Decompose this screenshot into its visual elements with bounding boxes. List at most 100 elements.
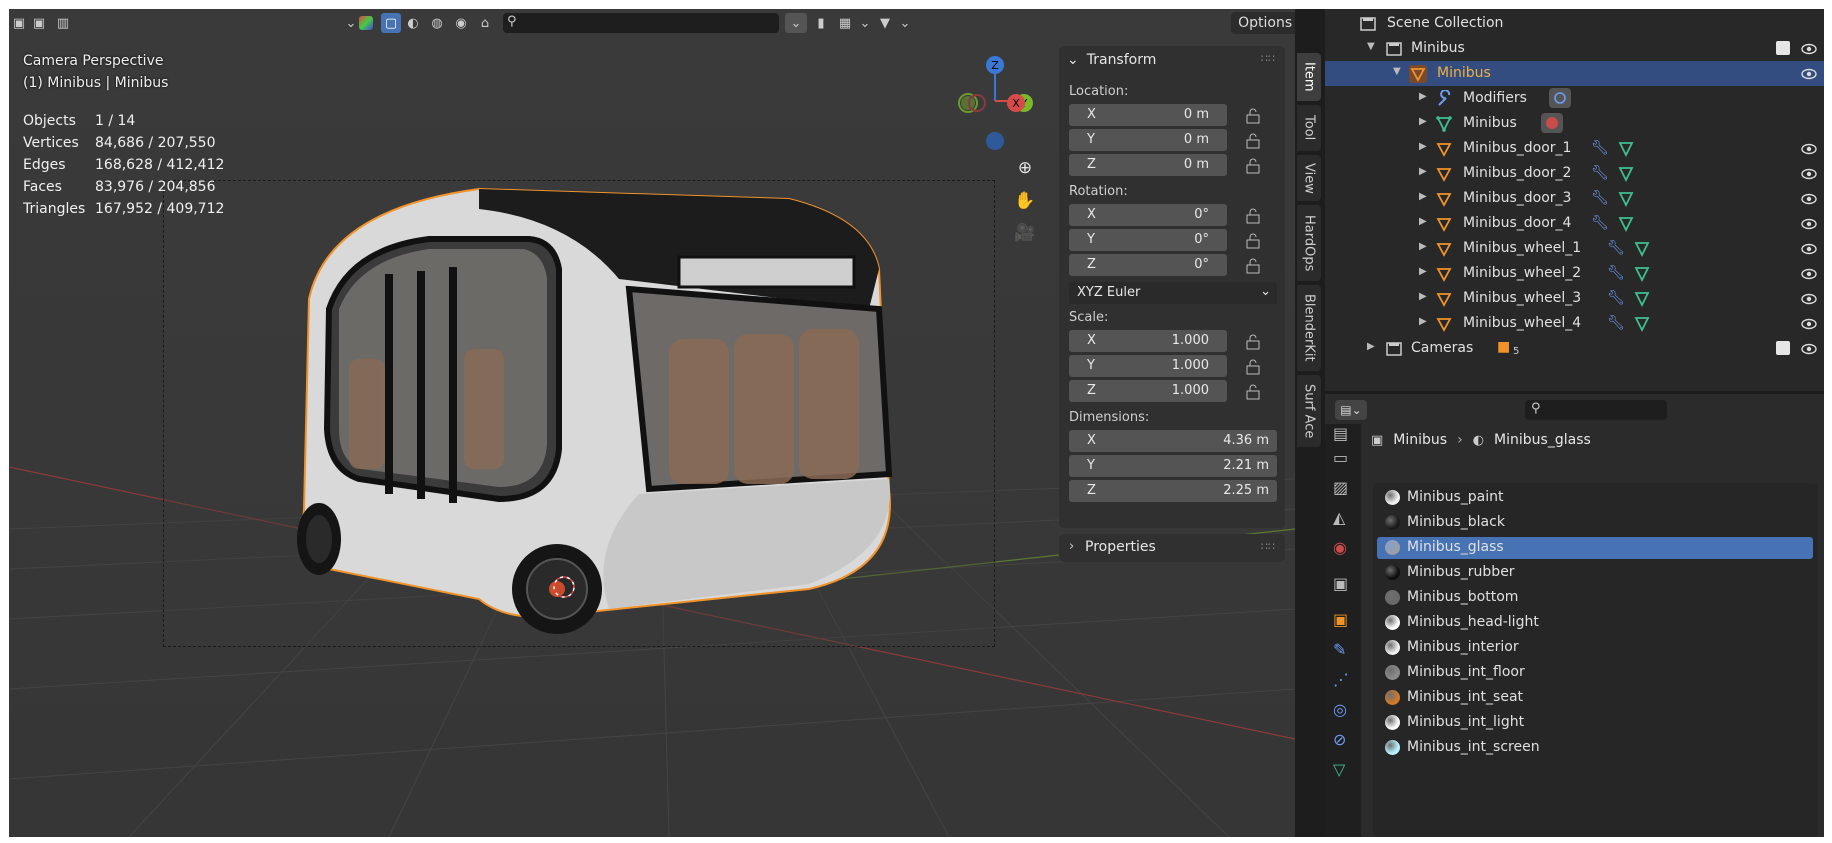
navigation-gizmo[interactable]: Z Y X [944,51,1044,161]
lock-rotation-z-icon[interactable] [1245,258,1263,274]
scale-z-field[interactable]: Z 1.000 [1069,380,1227,402]
filter-icon[interactable]: ▼ [875,13,895,33]
physics-tab-icon[interactable]: ◎ [1333,700,1353,720]
outliner-modifiers[interactable]: ▶ Modifiers [1325,86,1824,111]
material-slot[interactable]: Minibus_int_light [1377,712,1813,734]
material-badge-icon[interactable] [1541,113,1563,133]
camera-view-icon[interactable]: 🎥 [1011,219,1039,247]
output-tab-icon[interactable]: ▨ [1333,478,1353,498]
particles-tab-icon[interactable]: ⋰ [1333,670,1353,690]
constraints-tab-icon[interactable]: ⊘ [1333,730,1353,750]
lock-rotation-x-icon[interactable] [1245,208,1263,224]
eye-icon[interactable] [1800,190,1818,208]
material-slot[interactable]: Minibus_interior [1377,637,1813,659]
outliner-collection-minibus[interactable]: ▼ Minibus [1325,36,1824,61]
collection-checkbox[interactable] [1776,41,1790,55]
material-slot[interactable]: Minibus_int_screen [1377,737,1813,759]
expand-triangle-icon[interactable]: ▶ [1419,91,1427,102]
dimension-y-field[interactable]: Y 2.21 m [1069,455,1277,477]
outliner-child-row[interactable]: ▶ Minibus_door_4 🔧︎ [1325,211,1824,236]
properties-search-input[interactable]: ⚲ [1525,400,1667,420]
rendered-shading-icon[interactable]: ◉ [451,13,471,33]
expand-triangle-icon[interactable]: ▶ [1419,291,1427,302]
tab-hardops[interactable]: HardOps [1297,205,1321,281]
tab-blenderkit[interactable]: BlenderKit [1297,285,1321,371]
material-slot[interactable]: Minibus_bottom [1377,587,1813,609]
lock-scale-y-icon[interactable] [1245,359,1263,375]
gizmo-neg-z-axis[interactable] [986,132,1004,150]
viewport-search-input[interactable]: ⚲ [503,13,779,33]
dimension-x-field[interactable]: X 4.36 m [1069,430,1277,452]
modifier-badge-icon[interactable] [1549,88,1571,108]
gizmo-color-icon[interactable] [359,16,373,30]
tab-tool[interactable]: Tool [1297,105,1321,151]
solid-shading-icon[interactable]: ◐ [403,13,423,33]
world-tab-icon[interactable]: ◉ [1333,538,1353,558]
material-slot[interactable]: Minibus_int_seat [1377,687,1813,709]
rotation-z-field[interactable]: Z 0° [1069,254,1227,276]
outliner-child-row[interactable]: ▶ Minibus_door_1 🔧︎ [1325,136,1824,161]
expand-triangle-icon[interactable]: ▶ [1419,141,1427,152]
snap-icon[interactable]: ⌂ [475,13,495,33]
rotation-mode-select[interactable]: XYZ Euler ⌄ [1069,282,1277,304]
layout-icon[interactable]: ▦ [835,13,855,33]
proportional-dropdown-icon[interactable]: ⌄ [785,13,807,33]
options-button[interactable]: Options ⌄ [1231,12,1295,34]
material-slot[interactable]: Minibus_rubber [1377,562,1813,584]
dimension-z-field[interactable]: Z 2.25 m [1069,480,1277,502]
editor-type-icon[interactable]: ▤⌄ [1335,400,1367,420]
tab-item[interactable]: Item [1297,53,1321,101]
eye-icon[interactable] [1800,290,1818,308]
lock-scale-z-icon[interactable] [1245,384,1263,400]
3d-viewport[interactable]: ▣ ▣ ▥ ⌄ ▢ ◐ ◍ ◉ ⌂ ⚲ ⌄ ▮ ▦ ⌄ ▼ ⌄ Options … [9,9,1295,837]
outliner-child-row[interactable]: ▶ Minibus_wheel_4 🔧︎ [1325,311,1824,336]
outliner-child-row[interactable]: ▶ Minibus_wheel_1 🔧︎ [1325,236,1824,261]
outliner[interactable]: Scene Collection ▼ Minibus ▼ Minibus ▶ M… [1325,9,1824,391]
eye-icon[interactable] [1800,165,1818,183]
expand-triangle-icon[interactable]: ▼ [1393,66,1401,77]
properties-subpanel-header[interactable]: › Properties ∷∷ [1059,534,1285,562]
material-slot[interactable]: Minibus_black [1377,512,1813,534]
drag-handle-icon[interactable]: ∷∷ [1261,540,1275,553]
expand-triangle-icon[interactable]: ▶ [1419,241,1427,252]
filter-dropdown-icon[interactable]: ⌄ [895,13,915,33]
overlay-dropdown-icon[interactable]: ⌄ [341,13,361,33]
location-y-field[interactable]: Y0 m [1069,129,1227,151]
eye-icon[interactable] [1800,340,1818,358]
lock-location-x-icon[interactable] [1245,108,1263,124]
tab-surf-ace[interactable]: Surf Ace [1297,375,1321,447]
outliner-mesh-data[interactable]: ▶ Minibus [1325,111,1824,136]
expand-triangle-icon[interactable]: ▶ [1419,216,1427,227]
outliner-scene-collection[interactable]: Scene Collection [1325,11,1824,36]
rotation-x-field[interactable]: X 0° [1069,204,1227,226]
layout-dropdown-icon[interactable]: ⌄ [855,13,875,33]
render-tab-icon[interactable]: ▭ [1333,448,1353,468]
outliner-child-row[interactable]: ▶ Minibus_door_3 🔧︎ [1325,186,1824,211]
material-slot[interactable]: Minibus_head-light [1377,612,1813,634]
rotation-y-field[interactable]: Y 0° [1069,229,1227,251]
collection-tab-icon[interactable]: ▣ [1333,574,1353,594]
material-shading-icon[interactable]: ◍ [427,13,447,33]
material-slot[interactable]: Minibus_glass [1377,537,1813,559]
eye-icon[interactable] [1800,140,1818,158]
material-slot[interactable]: Minibus_paint [1377,487,1813,509]
data-tab-icon[interactable]: ▽ [1333,760,1353,780]
collection-checkbox[interactable] [1776,341,1790,355]
expand-triangle-icon[interactable]: ▶ [1419,266,1427,277]
outliner-child-row[interactable]: ▶ Minibus_wheel_3 🔧︎ [1325,286,1824,311]
tab-view[interactable]: View [1297,155,1321,201]
outliner-object-minibus[interactable]: ▼ Minibus [1325,61,1824,86]
wireframe-shading-icon[interactable]: ▢ [381,13,401,33]
select-box-icon[interactable]: ▣ [9,13,29,33]
object-tab-icon[interactable]: ▣ [1333,610,1353,630]
lock-rotation-y-icon[interactable] [1245,233,1263,249]
outliner-child-row[interactable]: ▶ Minibus_wheel_2 🔧︎ [1325,261,1824,286]
eye-icon[interactable] [1800,40,1818,58]
transform-header[interactable]: ⌄ Transform [1067,52,1156,68]
expand-triangle-icon[interactable]: ▶ [1367,341,1375,352]
expand-triangle-icon[interactable]: ▼ [1367,41,1375,52]
bookmark-icon[interactable]: ▮ [811,13,831,33]
outliner-collection-cameras[interactable]: ▶ Cameras ■ 5 [1325,336,1824,361]
eye-icon[interactable] [1800,315,1818,333]
pan-hand-icon[interactable]: ✋ [1011,187,1039,215]
